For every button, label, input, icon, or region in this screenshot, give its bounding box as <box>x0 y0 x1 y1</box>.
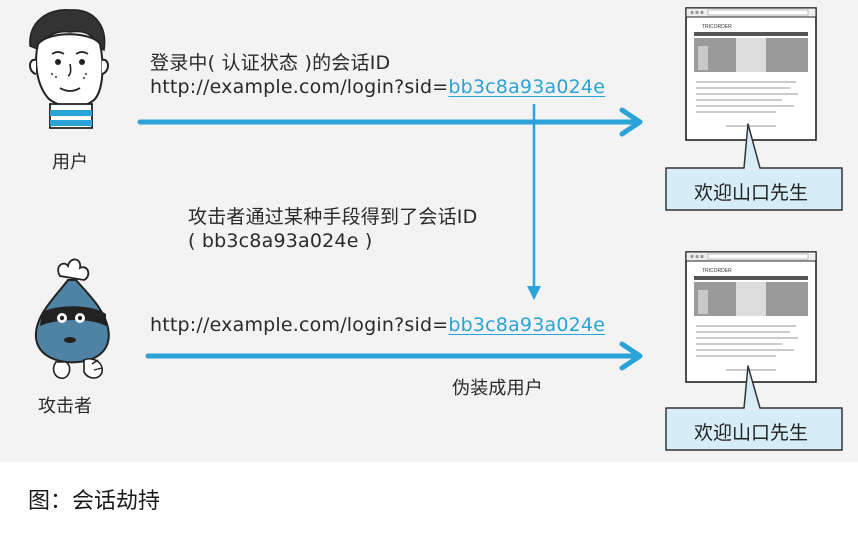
attacker-login-url: http://example.com/login?sid=bb3c8a93a02… <box>150 314 605 336</box>
steal-description: 攻击者通过某种手段得到了会话ID <box>188 206 478 228</box>
session-theft-arrow <box>527 104 541 300</box>
impersonate-label: 伪装成用户 <box>452 378 543 399</box>
user-label: 用户 <box>52 152 88 173</box>
stolen-session-id: ( bb3c8a93a024e ) <box>188 230 373 252</box>
attacker-avatar <box>34 258 110 380</box>
browser-site-name-top: TRICORDER <box>702 24 732 30</box>
session-id-link[interactable]: bb3c8a93a024e <box>448 76 605 98</box>
user-login-url: http://example.com/login?sid=bb3c8a93a02… <box>150 76 605 98</box>
session-id-link[interactable]: bb3c8a93a024e <box>448 314 605 336</box>
login-state-label: 登录中( 认证状态 )的会话ID <box>150 52 391 74</box>
welcome-text-bottom: 欢迎山口先生 <box>694 422 809 444</box>
figure-caption: 图：会话劫持 <box>28 489 161 514</box>
attacker-label: 攻击者 <box>38 396 92 417</box>
url-prefix: http://example.com/login?sid= <box>150 314 449 336</box>
browser-site-name-bottom: TRICORDER <box>702 268 732 274</box>
user-request-arrow <box>137 107 643 137</box>
attacker-request-arrow <box>145 341 643 371</box>
url-prefix: http://example.com/login?sid= <box>150 76 449 98</box>
welcome-text-top: 欢迎山口先生 <box>694 182 809 204</box>
user-avatar <box>29 9 109 129</box>
